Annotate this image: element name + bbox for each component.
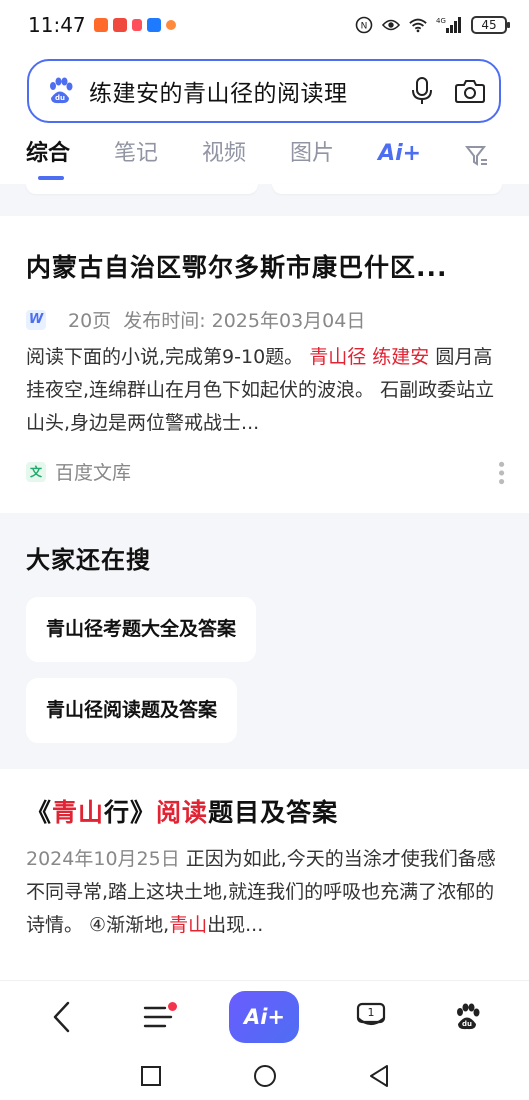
filter-icon[interactable] [465, 136, 489, 176]
signal-icon: 4G [436, 16, 462, 34]
page-count: 20页 [68, 310, 112, 332]
menu-button[interactable] [133, 992, 183, 1042]
back-button[interactable] [37, 992, 87, 1042]
search-result-card[interactable]: 内蒙古自治区鄂尔多斯市康巴什区... W 20页 发布时间: 2025年03月0… [0, 218, 529, 513]
result-meta: W 20页 发布时间: 2025年03月04日 [26, 306, 503, 333]
status-bar: 11:47 N 4G 45 [0, 0, 529, 50]
snippet-highlight: 青山 [169, 914, 208, 936]
result-snippet: 2024年10月25日 正因为如此,今天的当涂才使我们备感不同寻常,踏上这块土地… [26, 848, 496, 936]
snippet-highlight: 青山径 练建安 [309, 346, 430, 368]
tab-ai[interactable]: Ai+ [378, 136, 421, 176]
svg-text:du: du [55, 94, 65, 102]
heart-notification-icon [165, 20, 176, 30]
result-snippet: 阅读下面的小说,完成第9-10题。 青山径 练建安 圆月高挂夜空,连绵群山在月色… [26, 346, 495, 434]
related-searches: 大家还在搜 青山径考题大全及答案 青山径阅读题及答案 [0, 513, 529, 769]
related-search-chip[interactable]: 青山径考题大全及答案 [26, 597, 257, 662]
notification-dot [168, 1001, 178, 1011]
baidu-paw-icon: du [45, 76, 75, 106]
eye-icon [382, 16, 400, 34]
previous-card-edges [0, 184, 529, 216]
previous-card-edge [26, 184, 258, 194]
system-navigation [0, 1052, 529, 1100]
related-title: 大家还在搜 [26, 546, 151, 574]
recents-button[interactable] [138, 1063, 164, 1089]
tab-images[interactable]: 图片 [290, 136, 334, 176]
tabs-button[interactable]: 1 [346, 992, 396, 1042]
ai-assistant-button[interactable]: Ai+ [229, 990, 300, 1043]
tab-videos[interactable]: 视频 [202, 136, 246, 176]
svg-text:N: N [361, 22, 368, 32]
app-notification-icon [93, 18, 108, 32]
notification-icons [93, 18, 176, 32]
baidu-home-icon[interactable]: du [442, 992, 492, 1042]
result-title[interactable]: 《青山行》阅读题目及答案 [26, 793, 503, 829]
baidu-wenku-icon: 文 [26, 461, 46, 482]
svg-text:1: 1 [367, 1006, 374, 1019]
svg-text:du: du [462, 1020, 472, 1028]
previous-card-edge [272, 184, 502, 194]
word-doc-icon: W [26, 309, 46, 330]
tab-comprehensive[interactable]: 综合 [26, 136, 70, 180]
result-date: 2024年10月25日 [26, 848, 180, 870]
publish-date: 发布时间: 2025年03月04日 [123, 310, 366, 332]
tab-notes[interactable]: 笔记 [114, 136, 158, 176]
system-back-button[interactable] [366, 1063, 392, 1089]
source-name[interactable]: 百度文库 [55, 458, 131, 485]
search-query[interactable]: 练建安的青山径的阅读理 [89, 74, 389, 108]
status-time: 11:47 [28, 13, 86, 37]
search-tabs: 综合 笔记 视频 图片 Ai+ [0, 136, 529, 184]
nfc-icon: N [355, 16, 373, 34]
result-title[interactable]: 内蒙古自治区鄂尔多斯市康巴什区... [26, 248, 503, 284]
result-source: 文 百度文库 ••• [26, 458, 511, 485]
home-button[interactable] [252, 1063, 278, 1089]
microphone-icon[interactable] [407, 76, 437, 106]
app-notification-icon [146, 18, 161, 32]
app-notification-icon [131, 19, 142, 31]
search-result-card[interactable]: 《青山行》阅读题目及答案 2024年10月25日 正因为如此,今天的当涂才使我们… [0, 769, 529, 979]
battery-indicator: 45 [471, 16, 510, 34]
search-box[interactable]: du 练建安的青山径的阅读理 [27, 59, 501, 123]
related-search-chip[interactable]: 青山径阅读题及答案 [26, 678, 238, 743]
network-label: 4G [436, 17, 446, 25]
bottom-navigation: Ai+ 1 du [0, 980, 529, 1052]
app-notification-icon [112, 18, 127, 32]
wifi-icon [409, 16, 427, 34]
camera-icon[interactable] [455, 76, 485, 106]
more-options-icon[interactable]: ••• [490, 459, 511, 485]
